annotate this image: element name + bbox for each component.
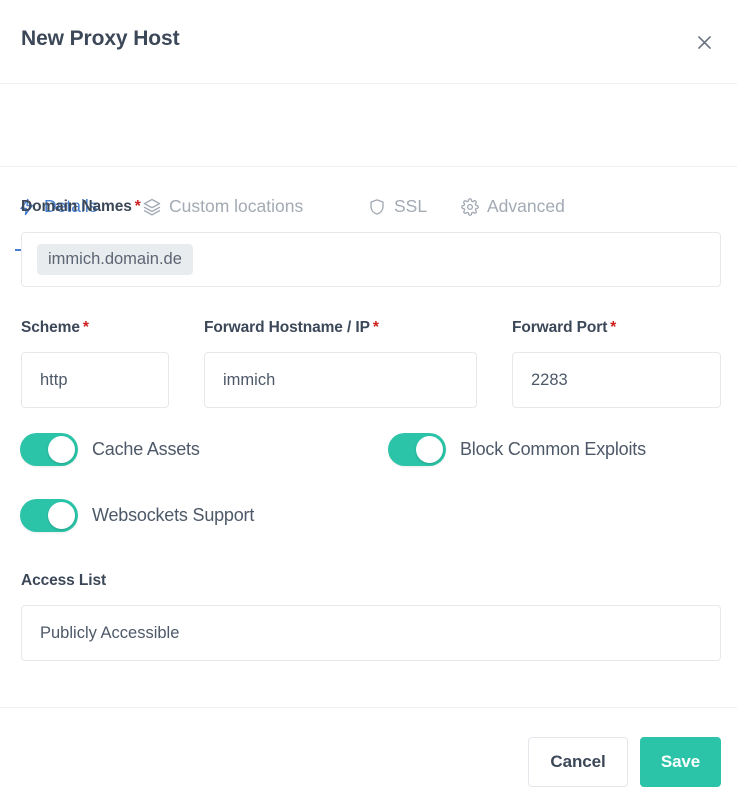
new-proxy-host-dialog: New Proxy Host Details Custom locations … <box>0 0 737 809</box>
tab-custom-locations-label: Custom locations <box>169 195 304 216</box>
domain-names-label: Domain Names * <box>21 198 141 216</box>
tab-ssl[interactable]: SSL <box>367 197 427 216</box>
cache-assets-label: Cache Assets <box>92 439 200 459</box>
toggle-knob <box>48 502 75 529</box>
domain-names-required-marker: * <box>134 198 141 215</box>
forward-port-required-marker: * <box>610 319 617 336</box>
domain-names-label-text: Domain Names <box>21 198 132 215</box>
close-icon <box>695 33 714 52</box>
forward-hostname-label: Forward Hostname / IP * <box>204 319 379 337</box>
forward-port-label-text: Forward Port <box>512 319 608 336</box>
cache-assets-toggle[interactable] <box>20 433 78 466</box>
websockets-support-label: Websockets Support <box>92 505 255 525</box>
dialog-footer: Cancel Save <box>0 708 737 809</box>
access-list-label: Access List <box>21 572 107 589</box>
shield-icon <box>367 197 386 216</box>
websockets-support-toggle-row[interactable]: Websockets Support <box>20 499 254 532</box>
dialog-header: New Proxy Host <box>0 0 737 84</box>
layers-icon <box>142 197 161 216</box>
scheme-label: Scheme * <box>21 319 89 337</box>
websockets-support-toggle[interactable] <box>20 499 78 532</box>
close-button[interactable] <box>687 25 721 59</box>
tab-custom-locations[interactable]: Custom locations <box>142 197 303 216</box>
cache-assets-toggle-row[interactable]: Cache Assets <box>20 433 200 466</box>
toggle-knob <box>48 436 75 463</box>
forward-hostname-input[interactable]: immich <box>204 352 477 408</box>
scheme-label-text: Scheme <box>21 319 80 336</box>
forward-hostname-required-marker: * <box>372 319 379 336</box>
gear-icon <box>460 197 479 216</box>
tab-advanced[interactable]: Advanced <box>460 197 565 216</box>
domain-name-chip[interactable]: immich.domain.de <box>37 244 193 275</box>
cancel-button[interactable]: Cancel <box>528 737 628 787</box>
toggle-knob <box>416 436 443 463</box>
scheme-select[interactable]: http <box>21 352 169 408</box>
block-common-exploits-toggle-row[interactable]: Block Common Exploits <box>388 433 646 466</box>
block-common-exploits-toggle[interactable] <box>388 433 446 466</box>
block-common-exploits-label: Block Common Exploits <box>460 439 646 459</box>
save-button[interactable]: Save <box>640 737 721 787</box>
dialog-tabs: Details Custom locations SSL Advanced <box>0 85 737 251</box>
tab-ssl-label: SSL <box>394 195 428 216</box>
page-title: New Proxy Host <box>21 27 180 50</box>
access-list-select[interactable]: Publicly Accessible <box>21 605 721 661</box>
forward-port-label: Forward Port * <box>512 319 616 337</box>
domain-names-input[interactable]: immich.domain.de <box>21 232 721 287</box>
forward-port-input[interactable]: 2283 <box>512 352 721 408</box>
tab-advanced-label: Advanced <box>487 195 565 216</box>
scheme-required-marker: * <box>82 319 89 336</box>
forward-hostname-label-text: Forward Hostname / IP <box>204 319 370 336</box>
